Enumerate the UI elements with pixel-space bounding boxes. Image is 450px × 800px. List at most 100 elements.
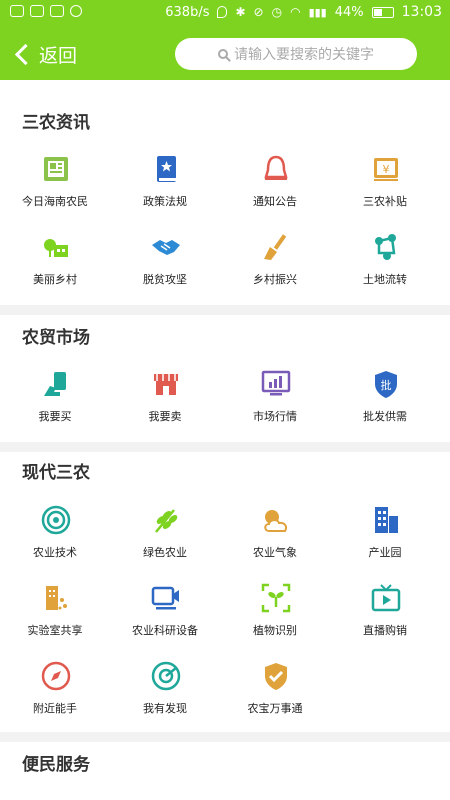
item-lab-sharing[interactable]: 实验室共享	[0, 582, 110, 648]
svg-text:¥: ¥	[383, 163, 390, 176]
item-label: 农业气象	[253, 546, 297, 559]
newspaper-icon	[44, 157, 68, 181]
network-speed: 638b/s	[165, 4, 210, 20]
chart-monitor-icon	[261, 370, 291, 396]
plant-scan-icon	[261, 583, 291, 613]
item-agri-weather[interactable]: 农业气象	[220, 504, 330, 570]
item-label: 农宝万事通	[247, 702, 303, 715]
wholesale-shield-icon: 批	[375, 371, 397, 398]
item-label: 批发供需	[363, 410, 407, 423]
discover-icon	[151, 661, 181, 691]
item-agri-tech[interactable]: 农业技术	[0, 504, 110, 570]
item-poverty-alleviation[interactable]: 脱贫攻坚	[110, 231, 220, 297]
item-plant-recognition[interactable]: 植物识别	[220, 582, 330, 648]
item-label: 土地流转	[363, 273, 407, 286]
item-subsidy[interactable]: ¥ 三农补贴	[330, 153, 440, 219]
item-label: 我要买	[38, 410, 72, 423]
item-label: 脱贫攻坚	[143, 273, 187, 286]
policy-book-icon	[157, 156, 176, 182]
weather-icon	[264, 510, 288, 532]
bell-icon	[264, 155, 288, 180]
item-label: 市场行情	[253, 410, 297, 423]
emoji-icon	[70, 5, 82, 17]
item-label: 乡村振兴	[253, 273, 297, 286]
svg-text:批: 批	[381, 378, 392, 392]
lab-building-icon	[46, 586, 67, 610]
leaf-icon	[155, 509, 178, 533]
item-live-commerce[interactable]: 直播购销	[330, 582, 440, 648]
item-nongbao-know-all[interactable]: 农宝万事通	[220, 660, 330, 726]
item-my-discovery[interactable]: 我有发现	[110, 660, 220, 726]
mute-icon: ⊘	[253, 5, 264, 19]
chevron-left-icon	[14, 43, 37, 65]
search-icon	[218, 49, 228, 59]
bluetooth-icon: ✱	[235, 5, 246, 19]
section-title-news: 三农资讯	[22, 113, 90, 133]
item-industrial-park[interactable]: 产业园	[330, 504, 440, 570]
item-label: 实验室共享	[27, 624, 83, 637]
handshake-icon	[152, 240, 180, 255]
research-camera-icon	[151, 586, 179, 610]
image-icon	[50, 5, 64, 17]
broom-icon	[264, 234, 287, 260]
check-shield-icon	[265, 663, 287, 690]
section-title-market: 农贸市场	[22, 328, 90, 348]
notification-icons	[10, 5, 82, 17]
item-buy[interactable]: 我要买	[0, 368, 110, 434]
tech-flower-icon	[41, 505, 71, 535]
item-label: 我要卖	[148, 410, 182, 423]
tv-play-icon	[371, 584, 401, 612]
clock: 13:03	[401, 4, 442, 20]
item-beautiful-village[interactable]: 美丽乡村	[0, 231, 110, 297]
item-label: 今日海南农民	[22, 195, 88, 208]
item-label: 附近能手	[33, 702, 77, 715]
battery-icon	[371, 6, 394, 18]
back-label: 返回	[39, 44, 78, 67]
item-notice[interactable]: 通知公告	[220, 153, 330, 219]
item-rural-revitalization[interactable]: 乡村振兴	[220, 231, 330, 297]
item-label: 直播购销	[363, 624, 407, 637]
item-research-equipment[interactable]: 农业科研设备	[110, 582, 220, 648]
battery-percent: 44%	[334, 4, 364, 20]
section-divider	[0, 732, 450, 742]
shop-icon	[154, 374, 178, 395]
alarm-icon: ◷	[271, 5, 283, 19]
location-icon	[217, 6, 228, 18]
search-input[interactable]: 请输入要搜索的关键字	[175, 38, 417, 70]
signal-icon: ▮▮▮	[308, 5, 327, 19]
chat-icon	[10, 5, 24, 17]
item-label: 产业园	[368, 546, 402, 559]
message-icon	[30, 5, 44, 17]
search-placeholder: 请输入要搜索的关键字	[234, 47, 374, 63]
item-wholesale[interactable]: 批 批发供需	[330, 368, 440, 434]
subsidy-yen-icon: ¥	[374, 158, 398, 181]
item-land-transfer[interactable]: 土地流转	[330, 231, 440, 297]
main-content: 三农资讯 今日海南农民 政策法规 通知公告 ¥ 三农补贴 美丽乡村 脱贫攻坚 乡…	[0, 80, 450, 800]
item-label: 农业科研设备	[132, 624, 198, 637]
status-bar: 638b/s ✱ ⊘ ◷ ◠ ▮▮▮ 44% 13:03	[0, 0, 450, 26]
item-market-quotes[interactable]: 市场行情	[220, 368, 330, 434]
item-label: 三农补贴	[363, 195, 407, 208]
compass-icon	[41, 661, 71, 691]
item-hainan-farmer-today[interactable]: 今日海南农民	[0, 153, 110, 219]
item-label: 绿色农业	[143, 546, 187, 559]
item-green-agri[interactable]: 绿色农业	[110, 504, 220, 570]
app-header: 638b/s ✱ ⊘ ◷ ◠ ▮▮▮ 44% 13:03 返回 请输入要搜索的关…	[0, 0, 450, 80]
item-label: 美丽乡村	[33, 273, 77, 286]
item-sell[interactable]: 我要卖	[110, 368, 220, 434]
section-divider	[0, 305, 450, 315]
section-divider	[0, 442, 450, 452]
section-title-modern-agri: 现代三农	[22, 463, 90, 483]
item-policy[interactable]: 政策法规	[110, 153, 220, 219]
item-label: 政策法规	[143, 195, 187, 208]
back-button[interactable]: 返回	[14, 40, 77, 68]
wifi-icon: ◠	[290, 5, 301, 19]
village-icon	[44, 239, 68, 257]
share-nodes-icon	[375, 234, 396, 260]
item-nearby-experts[interactable]: 附近能手	[0, 660, 110, 726]
item-label: 我有发现	[143, 702, 187, 715]
buy-hand-icon	[44, 372, 66, 396]
item-label: 植物识别	[253, 624, 297, 637]
status-right: 638b/s ✱ ⊘ ◷ ◠ ▮▮▮ 44% 13:03	[165, 4, 442, 20]
item-label: 通知公告	[253, 195, 297, 208]
